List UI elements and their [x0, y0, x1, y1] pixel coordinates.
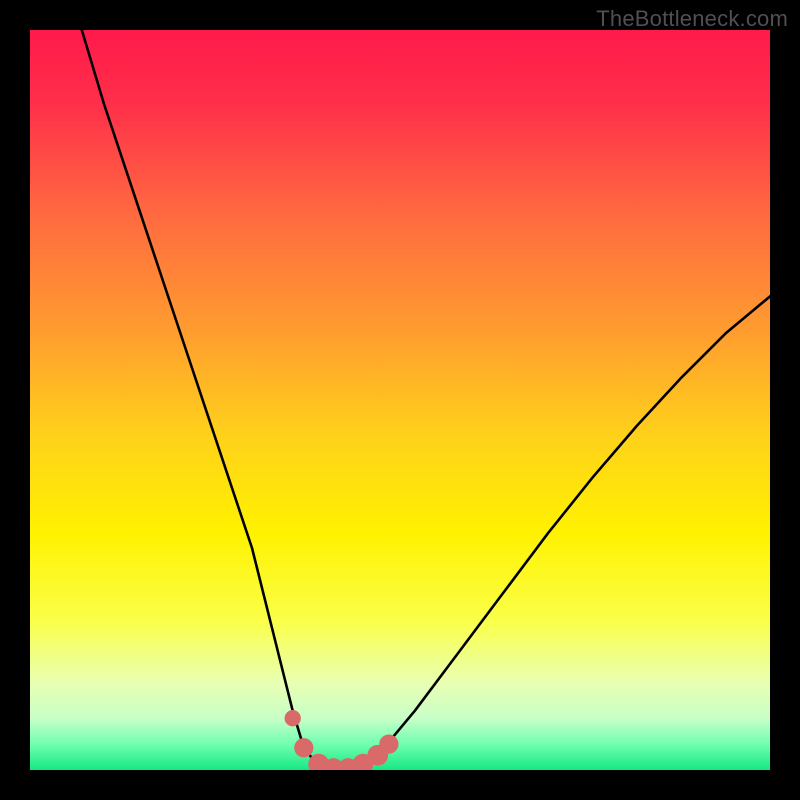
- trough-markers: [285, 710, 399, 770]
- watermark-text: TheBottleneck.com: [596, 6, 788, 32]
- curve-layer: [30, 30, 770, 770]
- trough-marker: [285, 710, 301, 726]
- trough-marker: [294, 738, 313, 757]
- trough-marker: [379, 734, 398, 753]
- plot-area: [30, 30, 770, 770]
- bottleneck-curve: [82, 30, 770, 770]
- chart-frame: TheBottleneck.com: [0, 0, 800, 800]
